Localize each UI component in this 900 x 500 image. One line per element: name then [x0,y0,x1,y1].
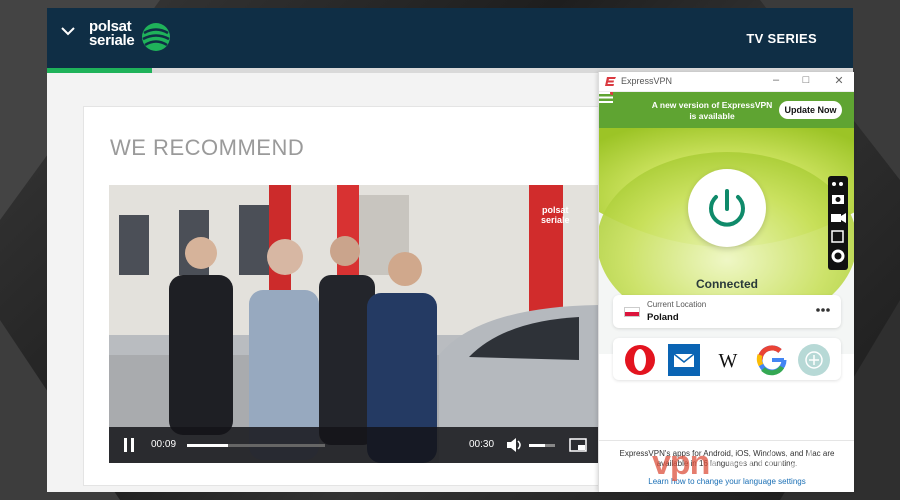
hamburger-menu-icon[interactable] [599,92,613,103]
screen-tools-bar [828,176,848,270]
minimize-button[interactable]: – [769,74,783,86]
section-title: WE RECOMMEND [110,135,305,160]
vpn-titlebar: ExpressVPN – □ ✕ [599,72,854,92]
channel-bug-line-2: seriale [541,215,570,225]
logo-line-2: seriale [89,32,135,49]
close-button[interactable]: ✕ [832,74,846,87]
duration: 00:30 [469,439,495,450]
location-label: Current Location [647,300,707,309]
volume-slider-fill [529,444,545,447]
pip-icon[interactable] [569,438,587,452]
nav-tv-series[interactable]: TV SERIES [746,31,817,46]
power-icon [709,189,745,227]
watermark-part-2: central [709,444,814,482]
current-location-card[interactable]: Current Location Poland [613,295,841,328]
google-icon[interactable] [755,343,789,377]
maximize-button[interactable]: □ [799,74,813,86]
power-button[interactable] [688,169,766,247]
volume-icon[interactable] [507,438,523,452]
vpn-window-title: ExpressVPN [621,76,673,86]
location-value: Poland [647,312,679,323]
pause-icon[interactable] [123,438,135,452]
player-controls: 00:09 00:30 [109,427,598,463]
update-now-button[interactable]: Update Now [779,101,842,119]
connection-area: A new version of ExpressVPN is available… [599,92,854,300]
channel-bug: polsat seriale [541,205,570,225]
mail-icon[interactable] [667,343,701,377]
update-notice: A new version of ExpressVPN is available [651,100,773,121]
shortcuts-bar: W [613,338,841,380]
current-time: 00:09 [151,439,177,450]
wikipedia-icon[interactable]: W [711,343,745,377]
svg-text:W: W [719,350,738,372]
screen-tools-icons [831,182,846,263]
video-frame [109,185,598,463]
connection-status: Connected [695,277,758,291]
poland-flag-icon [624,307,640,317]
volume-slider[interactable] [529,444,555,447]
vpncentral-watermark: vpncentral [652,444,815,483]
channel-bug-line-1: polsat [542,205,569,215]
site-logo[interactable]: polsat seriale [89,19,135,49]
watermark-part-1: vpn [652,444,710,482]
site-header: polsat seriale TV SERIES [47,8,853,68]
seek-bar-fill [187,444,229,447]
seek-bar[interactable] [187,444,325,447]
more-options-icon[interactable] [815,307,831,313]
polsat-logo-icon [142,23,170,51]
opera-icon[interactable] [623,343,657,377]
add-shortcut-icon[interactable] [797,343,831,377]
expressvpn-logo-icon [605,77,616,86]
video-player[interactable]: polsat seriale 00:09 00:30 [109,185,598,463]
chevron-down-icon[interactable] [59,22,77,40]
expressvpn-window: ExpressVPN – □ ✕ A new version of Expres… [598,72,854,492]
